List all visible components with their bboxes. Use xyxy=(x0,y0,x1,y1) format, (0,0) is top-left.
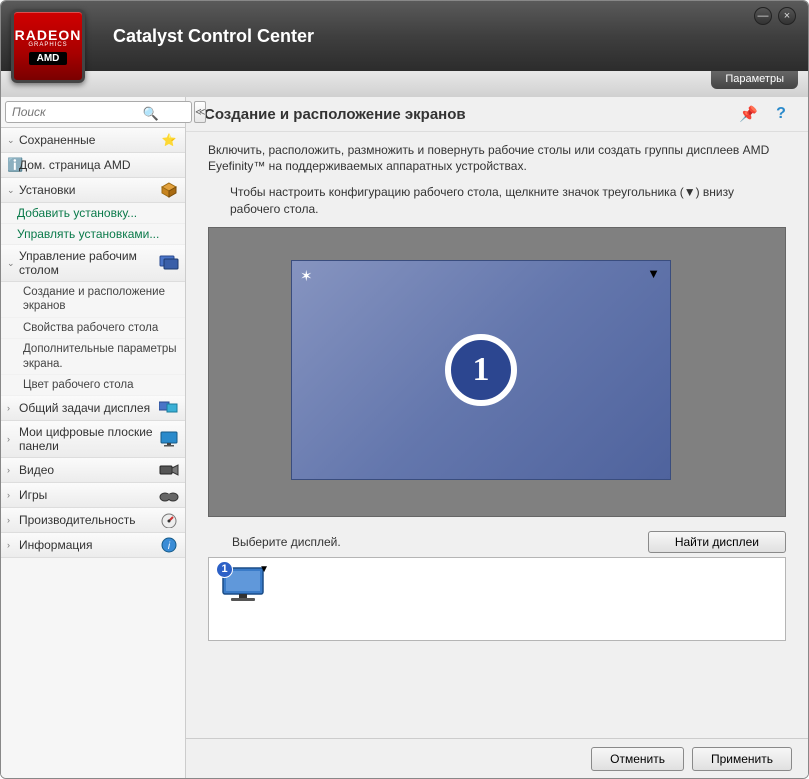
pin-icon[interactable]: 📌 xyxy=(739,105,758,123)
primary-star-icon: ✶ xyxy=(300,267,313,285)
sidebar-item-label: Управление рабочим столом xyxy=(19,249,155,277)
sidebar-item-installs[interactable]: ⌄ Установки xyxy=(1,178,185,203)
app-title: Catalyst Control Center xyxy=(113,26,790,47)
parameters-button[interactable]: Параметры xyxy=(711,71,798,89)
find-displays-button[interactable]: Найти дисплеи xyxy=(648,531,786,553)
sidebar-item-label: Производительность xyxy=(19,513,155,527)
sidebar-sub-create-arrange[interactable]: Создание и расположение экранов xyxy=(1,282,185,318)
star-icon: ⭐ xyxy=(159,132,179,148)
main-panel: Создание и расположение экранов 📌 ? Вклю… xyxy=(186,97,808,778)
display-selector-item-1[interactable]: 1 ▼ xyxy=(219,564,275,604)
chevron-right-icon: › xyxy=(7,515,15,525)
main-header: Создание и расположение экранов 📌 ? xyxy=(186,97,808,132)
sidebar-item-performance[interactable]: › Производительность xyxy=(1,508,185,533)
chevron-down-icon: ▼ xyxy=(259,564,269,575)
pick-row: Выберите дисплей. Найти дисплеи xyxy=(208,531,786,553)
sidebar-item-label: Установки xyxy=(19,183,155,197)
screens-icon xyxy=(159,400,179,416)
sidebar-link-add-install[interactable]: Добавить установку... xyxy=(1,203,185,224)
chevron-right-icon: › xyxy=(7,540,15,550)
sidebar-item-label: Игры xyxy=(19,488,155,502)
pick-display-label: Выберите дисплей. xyxy=(208,535,648,549)
logo-vendor: AMD xyxy=(29,52,68,65)
close-button[interactable]: × xyxy=(778,7,796,25)
sidebar-item-desktop-mgmt[interactable]: ⌄ Управление рабочим столом xyxy=(1,245,185,282)
sidebar-item-games[interactable]: › Игры xyxy=(1,483,185,508)
logo-brand: RADEON xyxy=(15,27,82,43)
gauge-icon xyxy=(159,512,179,528)
chevron-right-icon: › xyxy=(7,490,15,500)
chevron-down-icon: ⌄ xyxy=(7,135,15,146)
sidebar-sub-desktop-color[interactable]: Цвет рабочего стола xyxy=(1,375,185,396)
camcorder-icon xyxy=(159,462,179,478)
display-tile-1[interactable]: ✶ ▼ 1 xyxy=(291,260,671,480)
sidebar-sub-desktop-props[interactable]: Свойства рабочего стола xyxy=(1,318,185,339)
description-text: Включить, расположить, размножить и пове… xyxy=(186,132,808,178)
chevron-down-icon: ⌄ xyxy=(7,185,15,196)
chevron-right-icon: › xyxy=(7,403,15,413)
chevron-right-icon: › xyxy=(7,465,15,475)
sidebar-item-label: Видео xyxy=(19,463,155,477)
sidebar-item-saved[interactable]: ⌄ Сохраненные ⭐ xyxy=(1,128,185,153)
collapse-sidebar-button[interactable]: ≪ xyxy=(194,101,206,123)
hint-text: Чтобы настроить конфигурацию рабочего ст… xyxy=(186,178,808,226)
sidebar-item-common-display[interactable]: › Общий задачи дисплея xyxy=(1,396,185,421)
sidebar-item-video[interactable]: › Видео xyxy=(1,458,185,483)
logo-sub: GRAPHICS xyxy=(28,42,67,48)
monitor-icon xyxy=(159,431,179,447)
sidebar-link-manage-installs[interactable]: Управлять установками... xyxy=(1,224,185,245)
sidebar-item-label: Мои цифровые плоские панели xyxy=(19,425,155,453)
minimize-button[interactable]: — xyxy=(754,7,772,25)
page-title: Создание и расположение экранов xyxy=(204,106,739,123)
display-number-badge: 1 xyxy=(445,334,517,406)
sidebar-item-label: Информация xyxy=(19,538,155,552)
sidebar-item-label: Сохраненные xyxy=(19,133,155,147)
sidebar-item-label: Дом. страница AMD xyxy=(19,158,179,172)
titlebar: RADEON GRAPHICS AMD Catalyst Control Cen… xyxy=(1,1,808,71)
cube-icon xyxy=(159,182,179,198)
info-icon: ℹ️ xyxy=(7,157,15,173)
info-circle-icon: i xyxy=(159,537,179,553)
radeon-logo: RADEON GRAPHICS AMD xyxy=(11,9,85,83)
display-badge: 1 xyxy=(216,561,233,578)
help-icon[interactable]: ? xyxy=(772,105,790,123)
sidebar-item-amd-home[interactable]: ℹ️ Дом. страница AMD xyxy=(1,153,185,178)
apply-button[interactable]: Применить xyxy=(692,747,792,771)
desktop-icon xyxy=(159,255,179,271)
display-selector-box: 1 ▼ xyxy=(208,557,786,641)
chevron-down-icon: ⌄ xyxy=(7,258,15,269)
cancel-button[interactable]: Отменить xyxy=(591,747,684,771)
app-window: RADEON GRAPHICS AMD Catalyst Control Cen… xyxy=(0,0,809,779)
sidebar: 🔍 ≪ ⌄ Сохраненные ⭐ ℹ️ Дом. страница AMD… xyxy=(1,97,186,778)
footer: Отменить Применить xyxy=(186,738,808,778)
sidebar-item-flat-panels[interactable]: › Мои цифровые плоские панели xyxy=(1,421,185,458)
sub-toolbar: Параметры xyxy=(1,71,808,97)
sidebar-sub-extra-params[interactable]: Дополнительные параметры экрана. xyxy=(1,339,185,375)
arrangement-canvas[interactable]: ✶ ▼ 1 xyxy=(208,227,786,517)
body: 🔍 ≪ ⌄ Сохраненные ⭐ ℹ️ Дом. страница AMD… xyxy=(1,97,808,778)
gamepad-icon xyxy=(159,487,179,503)
window-buttons: — × xyxy=(754,7,796,25)
display-tile-menu-icon[interactable]: ▼ xyxy=(647,266,660,281)
sidebar-item-label: Общий задачи дисплея xyxy=(19,401,155,415)
nav: ⌄ Сохраненные ⭐ ℹ️ Дом. страница AMD ⌄ У… xyxy=(1,128,185,778)
search-row: 🔍 ≪ xyxy=(1,97,185,128)
search-input[interactable] xyxy=(5,101,192,123)
sidebar-item-information[interactable]: › Информация i xyxy=(1,533,185,558)
chevron-right-icon: › xyxy=(7,434,15,444)
